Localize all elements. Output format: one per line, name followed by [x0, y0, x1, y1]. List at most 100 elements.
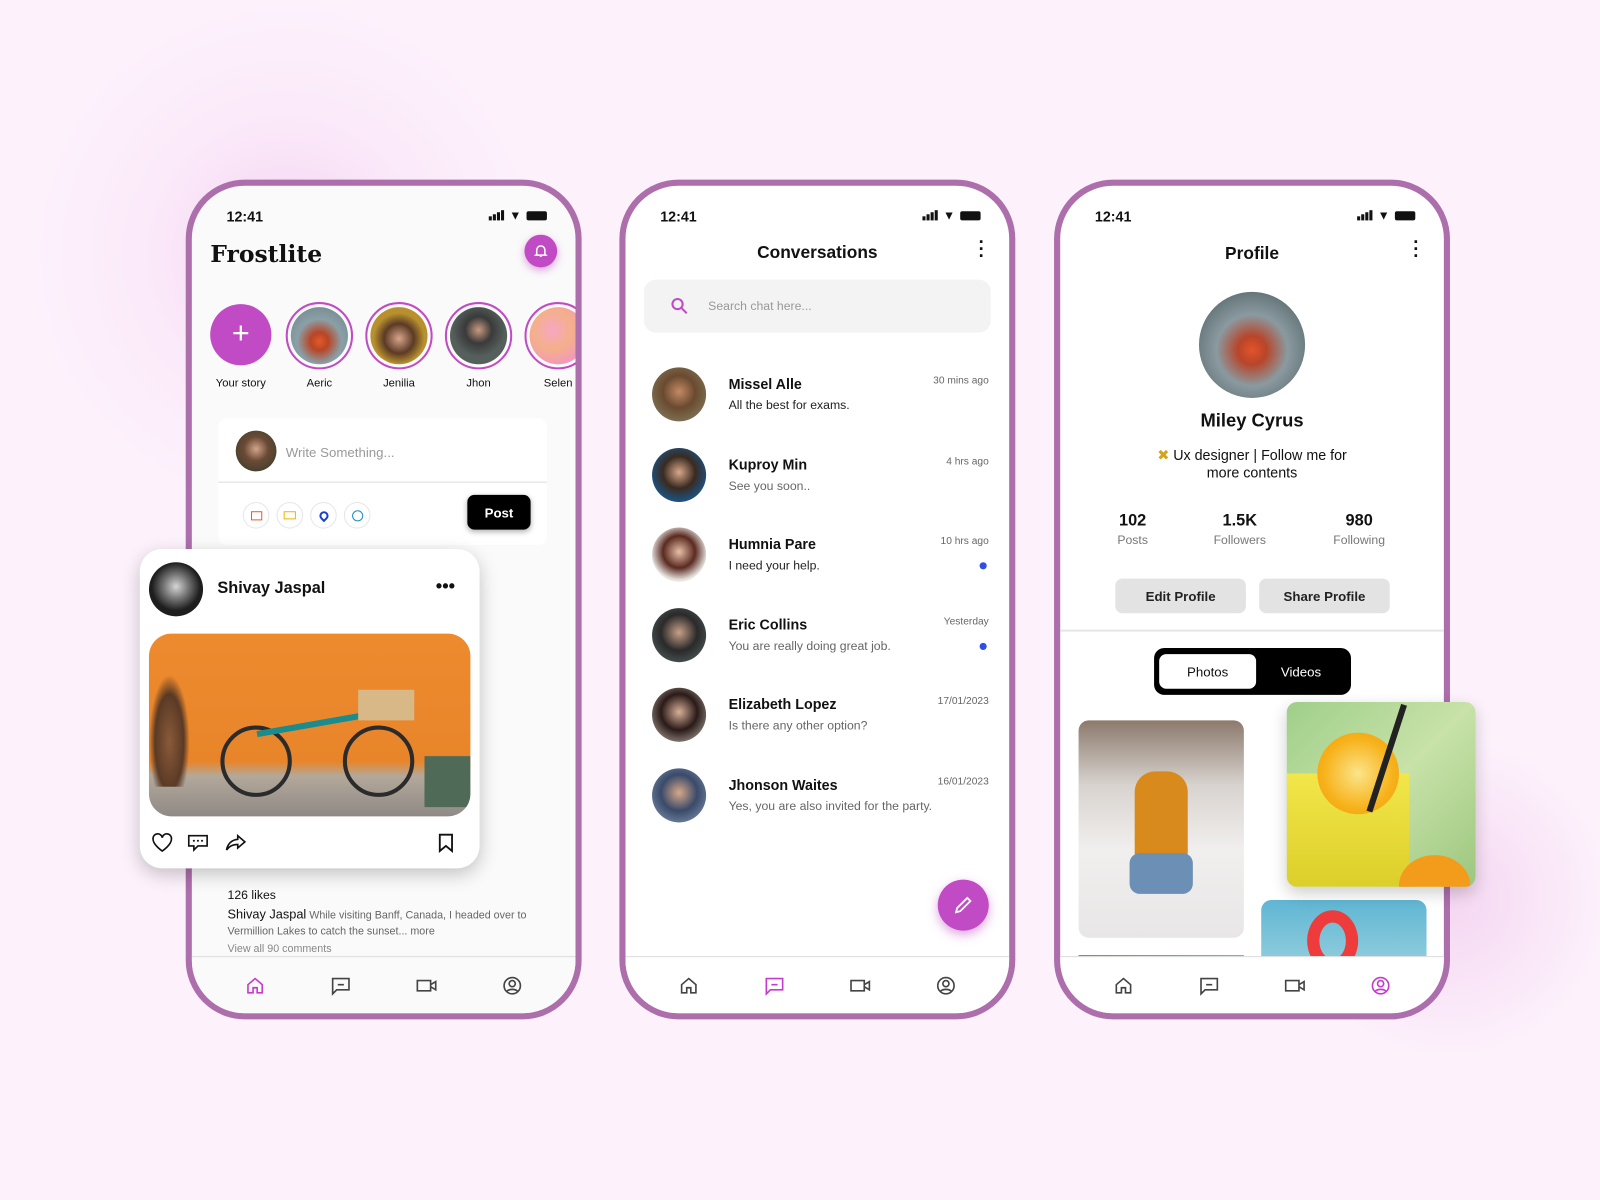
share-profile-button[interactable]: Share Profile: [1259, 578, 1390, 614]
more-options-icon[interactable]: · · ·: [1413, 233, 1419, 266]
write-something-input[interactable]: Write Something...: [286, 445, 395, 460]
story-item[interactable]: Jhon: [440, 302, 518, 390]
profile-bio: ✖ Ux designer | Follow me for more conten…: [1060, 447, 1444, 482]
video-icon[interactable]: [1283, 973, 1307, 997]
tab-photos[interactable]: Photos: [1159, 654, 1257, 689]
search-input[interactable]: Search chat here...: [643, 279, 991, 333]
chat-icon[interactable]: [762, 973, 786, 997]
story-item[interactable]: Jenilia: [360, 302, 438, 390]
chat-list-item[interactable]: Kuproy Min See you soon.. 4 hrs ago: [652, 447, 989, 508]
stat-following[interactable]: 980 Following: [1313, 512, 1405, 549]
bottom-nav: [191, 956, 576, 1014]
profile-name: Miley Cyrus: [1200, 410, 1304, 431]
media-tabs: Photos Videos: [1154, 647, 1352, 695]
profile-icon[interactable]: [1368, 973, 1392, 997]
story-label: Jenilia: [383, 377, 415, 390]
message-time: 17/01/2023: [937, 695, 989, 708]
author-avatar[interactable]: [148, 562, 204, 617]
page-title: Conversations: [757, 242, 878, 263]
wifi-icon: ▼: [509, 208, 522, 223]
chat-icon[interactable]: [329, 973, 353, 997]
last-message: Is there any other option?: [728, 718, 868, 733]
home-icon[interactable]: [677, 973, 701, 997]
last-message: I need your help.: [728, 558, 820, 573]
bio-line: Ux designer | Follow me for: [1173, 446, 1347, 464]
like-icon[interactable]: [151, 833, 173, 853]
story-label: Aeric: [306, 377, 333, 390]
view-comments-link[interactable]: View all 90 comments: [228, 943, 332, 955]
unread-dot: [979, 642, 987, 650]
page-title: Profile: [1225, 243, 1280, 264]
stat-label: Followers: [1213, 532, 1266, 547]
chat-list-item[interactable]: Jhonson Waites Yes, you are also invited…: [652, 767, 989, 829]
location-icon[interactable]: [310, 502, 337, 529]
story-item[interactable]: Aeric: [281, 302, 359, 390]
story-label: Your story: [215, 377, 266, 390]
edit-profile-button[interactable]: Edit Profile: [1115, 578, 1246, 614]
signal-icon: [922, 210, 938, 221]
message-time: 4 hrs ago: [946, 455, 989, 467]
profile-screen: 12:41 ▼ Profile · · · Miley Cyrus ✖ Ux des…: [1054, 179, 1450, 1020]
bookmark-icon[interactable]: [438, 833, 454, 853]
bell-icon: [533, 245, 548, 257]
story-your-story[interactable]: + Your story: [202, 302, 280, 390]
battery-icon: [1394, 210, 1416, 220]
video-icon[interactable]: [848, 973, 872, 997]
bio-line: more contents: [1206, 464, 1298, 481]
last-message: See you soon..: [728, 478, 811, 493]
home-icon[interactable]: [1111, 973, 1135, 997]
chat-list-item[interactable]: Humnia Pare I need your help. 10 hrs ago: [652, 527, 989, 589]
contact-name: Missel Alle: [728, 375, 802, 392]
stat-posts[interactable]: 102 Posts: [1087, 512, 1179, 549]
signal-icon: [488, 210, 505, 221]
status-icons: ▼: [488, 208, 547, 223]
caption-author[interactable]: Shivay Jaspal: [228, 907, 307, 921]
chat-list-item[interactable]: Elizabeth Lopez Is there any other optio…: [652, 687, 989, 749]
more-options-icon[interactable]: · · ·: [979, 233, 985, 266]
post-image[interactable]: [148, 633, 471, 817]
emoji-icon[interactable]: [343, 502, 371, 529]
story-item[interactable]: Selen: [519, 302, 576, 390]
tab-videos[interactable]: Videos: [1256, 664, 1346, 679]
message-time: 16/01/2023: [937, 776, 989, 788]
stat-followers[interactable]: 1.5K Followers: [1194, 512, 1286, 549]
profile-icon[interactable]: [934, 973, 958, 997]
message-time: 10 hrs ago: [940, 535, 989, 547]
message-time: Yesterday: [943, 615, 989, 628]
status-time: 12:41: [1094, 208, 1132, 225]
photo-thumbnail-featured[interactable]: [1286, 702, 1476, 887]
notification-button[interactable]: [524, 234, 558, 268]
stat-value: 1.5K: [1222, 512, 1258, 530]
app-title: Frostlite: [210, 240, 323, 269]
divider: [1060, 629, 1444, 632]
profile-avatar[interactable]: [1198, 291, 1306, 398]
video-icon[interactable]: [414, 973, 438, 997]
chat-list-item[interactable]: Eric Collins You are really doing great …: [652, 607, 989, 669]
photo-thumbnail[interactable]: [1078, 720, 1244, 938]
stat-value: 102: [1119, 512, 1147, 530]
contact-name: Kuproy Min: [728, 455, 808, 472]
avatar: [652, 767, 707, 822]
share-icon[interactable]: [223, 833, 247, 853]
post-button[interactable]: Post: [467, 494, 531, 530]
video-icon[interactable]: [276, 502, 304, 529]
post-author[interactable]: Shivay Jaspal: [217, 580, 325, 598]
status-time: 12:41: [226, 208, 264, 225]
contact-name: Jhonson Waites: [728, 776, 838, 793]
battery-icon: [526, 210, 547, 220]
profile-icon[interactable]: [500, 973, 524, 997]
home-icon[interactable]: [243, 973, 267, 997]
more-options-icon[interactable]: •••: [436, 576, 455, 597]
stat-label: Following: [1333, 532, 1386, 547]
stat-label: Posts: [1117, 532, 1148, 547]
story-label: Selen: [543, 377, 573, 390]
status-icons: ▼: [1357, 208, 1416, 222]
chat-icon[interactable]: [1197, 973, 1221, 997]
search-placeholder: Search chat here...: [708, 298, 812, 314]
comment-icon[interactable]: [186, 833, 210, 853]
unread-dot: [979, 562, 987, 570]
chat-list-item[interactable]: Missel Alle All the best for exams. 30 m…: [652, 367, 989, 428]
avatar: [235, 430, 277, 472]
image-icon[interactable]: [242, 502, 270, 529]
new-chat-button[interactable]: [937, 879, 989, 931]
